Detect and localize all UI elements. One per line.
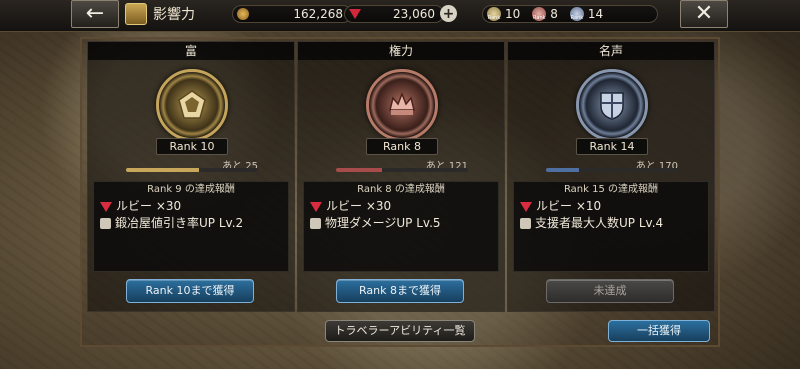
plus-icon[interactable]: + xyxy=(440,5,457,22)
coin-value: 162,268 xyxy=(293,7,343,21)
progress-fill xyxy=(546,168,579,172)
close-button[interactable]: ✕ xyxy=(680,0,728,28)
rank-summary-fame: Rank 14 xyxy=(569,7,604,21)
title-area: 影響力 xyxy=(125,0,215,28)
hammer-icon xyxy=(100,218,111,229)
rank-label: Rank 10 xyxy=(156,138,228,155)
fame-emblem-icon xyxy=(576,69,648,141)
reward-title: Rank 15 の達成報酬 xyxy=(563,184,659,195)
person-icon xyxy=(520,218,531,229)
coin-counter: 162,268 xyxy=(232,5,352,23)
influence-icon xyxy=(125,3,147,25)
rank-summary-power: Rank 8 xyxy=(532,7,558,21)
rank-summary-wealth: Rank 10 xyxy=(487,7,520,21)
panel-header: 富 xyxy=(88,42,294,60)
panel-wealth: 富 Rank 10 あと 25 Rank 9 の達成報酬 ルビー ×30 鍛冶屋… xyxy=(87,41,295,312)
top-bar: ← 影響力 162,268 23,060 + Rank 10 Rank 8 Ra… xyxy=(0,0,800,32)
power-badge-icon: Rank xyxy=(532,7,547,21)
reward-skill: 鍛冶屋値引き率UP Lv.2 xyxy=(94,215,288,232)
rank-value: 10 xyxy=(505,7,521,21)
claim-button[interactable]: Rank 8まで獲得 xyxy=(336,279,464,303)
reward-ruby: ルビー ×30 xyxy=(304,198,498,215)
progress-fill xyxy=(126,168,199,172)
ruby-icon xyxy=(100,201,112,212)
reward-skill: 支援者最大人数UP Lv.4 xyxy=(514,215,708,232)
ruby-icon xyxy=(310,201,322,212)
rank-summary: Rank 10 Rank 8 Rank 14 xyxy=(482,5,658,23)
traveler-ability-list-button[interactable]: トラベラーアビリティ一覧 xyxy=(325,320,475,342)
ruby-value: 23,060 xyxy=(393,7,435,21)
reward-title: Rank 9 の達成報酬 xyxy=(147,184,235,195)
panel-fame: 名声 Rank 14 あと 170 Rank 15 の達成報酬 ルビー ×10 … xyxy=(507,41,715,312)
rank-label: Rank 14 xyxy=(576,138,648,155)
rank-value: 8 xyxy=(550,7,558,21)
progress-fill xyxy=(336,168,383,172)
reward-box: Rank 15 の達成報酬 ルビー ×10 支援者最大人数UP Lv.4 xyxy=(513,181,709,272)
wealth-badge-icon: Rank xyxy=(487,7,501,21)
reward-skill: 物理ダメージUP Lv.5 xyxy=(304,215,498,232)
page-title: 影響力 xyxy=(153,7,195,23)
ruby-icon xyxy=(349,9,361,19)
book-icon xyxy=(310,218,321,229)
rank-label: Rank 8 xyxy=(366,138,438,155)
ruby-counter: 23,060 xyxy=(344,5,444,23)
ruby-icon xyxy=(520,201,532,212)
progress-bar xyxy=(126,168,258,172)
back-arrow-icon: ← xyxy=(85,1,105,26)
reward-ruby: ルビー ×10 xyxy=(514,198,708,215)
claim-button-disabled: 未達成 xyxy=(546,279,674,303)
reward-box: Rank 8 の達成報酬 ルビー ×30 物理ダメージUP Lv.5 xyxy=(303,181,499,272)
close-icon: ✕ xyxy=(694,1,714,26)
progress-bar xyxy=(336,168,468,172)
reward-box: Rank 9 の達成報酬 ルビー ×30 鍛冶屋値引き率UP Lv.2 xyxy=(93,181,289,272)
collect-all-button[interactable]: 一括獲得 xyxy=(608,320,710,342)
back-button[interactable]: ← xyxy=(71,0,119,28)
reward-title: Rank 8 の達成報酬 xyxy=(357,184,445,195)
power-emblem-icon xyxy=(366,69,438,141)
panel-header: 名声 xyxy=(508,42,714,60)
progress-bar xyxy=(546,168,678,172)
wealth-emblem-icon xyxy=(156,69,228,141)
rank-value: 14 xyxy=(587,7,604,21)
fame-badge-icon: Rank xyxy=(569,7,584,21)
panel-header: 権力 xyxy=(298,42,504,60)
reward-ruby: ルビー ×30 xyxy=(94,198,288,215)
panel-power: 権力 Rank 8 あと 121 Rank 8 の達成報酬 ルビー ×30 物理… xyxy=(297,41,505,312)
claim-button[interactable]: Rank 10まで獲得 xyxy=(126,279,254,303)
coin-icon xyxy=(237,8,249,20)
